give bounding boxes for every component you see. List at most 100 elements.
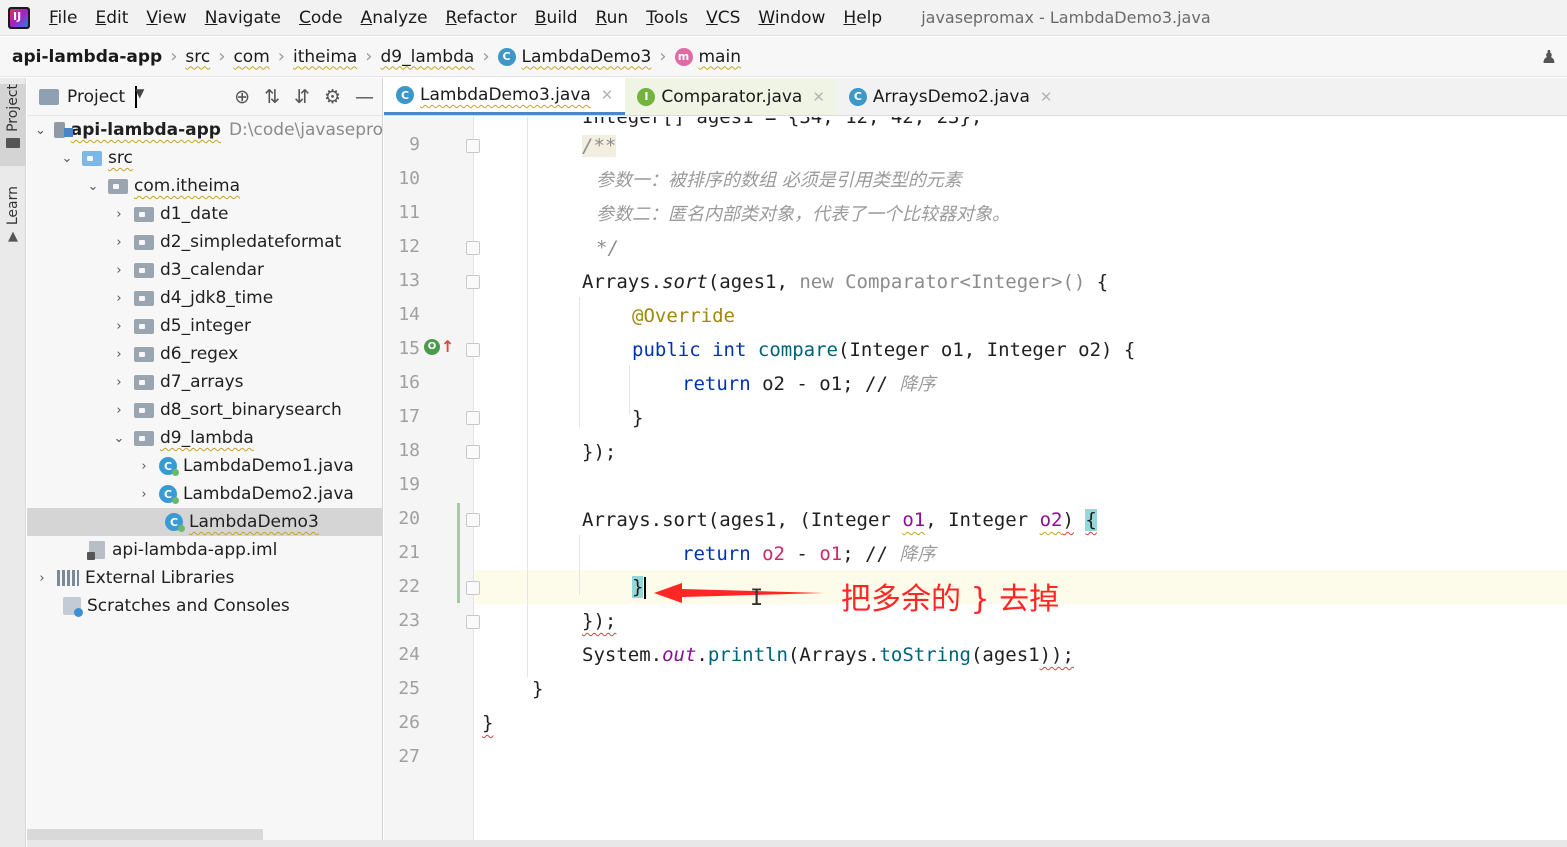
collapse-all-icon[interactable]: ⇵ bbox=[294, 86, 310, 108]
tree-item-file-selected[interactable]: C LambdaDemo3 bbox=[27, 508, 383, 536]
tree-item-scratches[interactable]: Scratches and Consoles bbox=[27, 592, 383, 620]
fold-marker-icon[interactable] bbox=[466, 343, 480, 357]
menu-file[interactable]: File bbox=[40, 8, 86, 28]
tree-item-package[interactable]: › d7_arrays bbox=[27, 368, 383, 396]
locate-icon[interactable]: ⊕ bbox=[234, 86, 250, 108]
fold-marker-icon[interactable] bbox=[466, 411, 480, 425]
project-panel-title[interactable]: Project bbox=[67, 87, 125, 107]
tree-item-project-root[interactable]: ⌄ api-lambda-app D:\code\javasepro bbox=[27, 116, 383, 144]
fold-marker-icon[interactable] bbox=[466, 445, 480, 459]
tree-item-src[interactable]: ⌄ src bbox=[27, 144, 383, 172]
chevron-down-icon[interactable]: ⌄ bbox=[112, 431, 126, 446]
tree-item-package-root[interactable]: ⌄ com.itheima bbox=[27, 172, 383, 200]
menu-code[interactable]: Code bbox=[290, 8, 352, 28]
code-line-8: Integer[] ages1 = {34, 12, 42, 23}; bbox=[582, 117, 983, 128]
menu-help[interactable]: Help bbox=[834, 8, 891, 28]
package-icon bbox=[134, 430, 154, 446]
close-icon[interactable]: ✕ bbox=[812, 88, 825, 106]
menu-build[interactable]: Build bbox=[526, 8, 587, 28]
menu-window[interactable]: Window bbox=[749, 8, 834, 28]
tab-comparator[interactable]: I Comparator.java ✕ bbox=[625, 78, 837, 115]
line-number: 23 bbox=[398, 610, 420, 631]
menu-run[interactable]: Run bbox=[587, 8, 638, 28]
breadcrumb-main[interactable]: m main bbox=[674, 47, 741, 67]
menu-bar: File Edit View Navigate Code Analyze Ref… bbox=[0, 0, 1567, 36]
gear-icon[interactable]: ⚙ bbox=[324, 86, 341, 108]
fold-marker-icon[interactable] bbox=[466, 275, 480, 289]
tree-item-external-libraries[interactable]: › External Libraries bbox=[27, 564, 383, 592]
breadcrumb-d9-lambda[interactable]: d9_lambda bbox=[381, 47, 475, 67]
chevron-right-icon[interactable]: › bbox=[112, 263, 126, 278]
chevron-down-icon[interactable]: ⌄ bbox=[35, 123, 46, 138]
tab-arraysdemo2[interactable]: C ArraysDemo2.java ✕ bbox=[837, 78, 1065, 115]
indent-guide bbox=[527, 117, 528, 677]
chevron-right-icon[interactable]: › bbox=[137, 487, 151, 502]
chevron-right-icon[interactable]: › bbox=[112, 347, 126, 362]
menu-navigate[interactable]: Navigate bbox=[196, 8, 290, 28]
code-content: Integer[] ages1 = {34, 12, 42, 23}; /** … bbox=[384, 117, 1135, 734]
caret-down-icon[interactable]: ▼ bbox=[135, 85, 144, 108]
breadcrumb-src[interactable]: src bbox=[185, 47, 210, 67]
code-line-22: } bbox=[632, 570, 647, 604]
code-line-23: }); bbox=[582, 610, 617, 632]
close-icon[interactable]: ✕ bbox=[601, 86, 614, 104]
fold-marker-icon[interactable] bbox=[466, 581, 480, 595]
breadcrumb-com[interactable]: com bbox=[233, 47, 269, 67]
tree-item-file[interactable]: › C LambdaDemo2.java bbox=[27, 480, 383, 508]
code-line-13: Arrays.sort(ages1, new Comparator<Intege… bbox=[582, 271, 1109, 293]
tree-item-package-d9-lambda[interactable]: ⌄ d9_lambda bbox=[27, 424, 383, 452]
menu-view[interactable]: View bbox=[137, 8, 195, 28]
tree-item-package[interactable]: › d2_simpledateformat bbox=[27, 228, 383, 256]
tool-tab-project[interactable]: Project bbox=[0, 84, 26, 166]
tab-lambdademo3[interactable]: C LambdaDemo3.java ✕ bbox=[384, 78, 626, 115]
chevron-right-icon[interactable]: › bbox=[137, 459, 151, 474]
tree-item-package[interactable]: › d1_date bbox=[27, 200, 383, 228]
fold-marker-icon[interactable] bbox=[466, 513, 480, 527]
tree-item-file[interactable]: › C LambdaDemo1.java bbox=[27, 452, 383, 480]
menu-tools[interactable]: Tools bbox=[637, 8, 697, 28]
library-icon bbox=[57, 570, 79, 586]
chevron-right-icon[interactable]: › bbox=[112, 291, 126, 306]
tree-item-package[interactable]: › d8_sort_binarysearch bbox=[27, 396, 383, 424]
minimize-icon[interactable]: — bbox=[355, 86, 374, 108]
fold-marker-icon[interactable] bbox=[466, 241, 480, 255]
user-icon[interactable]: ♟ bbox=[1541, 47, 1557, 68]
close-icon[interactable]: ✕ bbox=[1040, 88, 1053, 106]
chevron-right-icon[interactable]: › bbox=[112, 235, 126, 250]
class-icon: C bbox=[396, 86, 414, 104]
menu-analyze[interactable]: Analyze bbox=[352, 8, 437, 28]
breadcrumb-lambdademo3[interactable]: C LambdaDemo3 bbox=[497, 47, 651, 67]
menu-vcs[interactable]: VCS bbox=[697, 8, 749, 28]
tree-item-package[interactable]: › d6_regex bbox=[27, 340, 383, 368]
graduation-cap-icon: ▲ bbox=[8, 229, 18, 245]
module-icon bbox=[53, 122, 73, 138]
chevron-down-icon[interactable]: ⌄ bbox=[60, 151, 74, 166]
tree-item-iml[interactable]: api-lambda-app.iml bbox=[27, 536, 383, 564]
annotation-text: 把多余的 } 去掉 bbox=[841, 582, 1060, 617]
code-editor[interactable]: 9 10 11 12 13 14 15 16 17 18 19 20 21 22… bbox=[384, 117, 1567, 847]
breadcrumb-project[interactable]: api-lambda-app bbox=[12, 47, 162, 67]
chevron-right-icon[interactable]: › bbox=[112, 375, 126, 390]
breadcrumb-itheima[interactable]: itheima bbox=[293, 47, 357, 67]
chevron-down-icon[interactable]: ⌄ bbox=[86, 179, 100, 194]
fold-marker-icon[interactable] bbox=[466, 615, 480, 629]
vcs-change-bar[interactable] bbox=[457, 503, 460, 603]
fold-marker-icon[interactable] bbox=[466, 139, 480, 153]
code-line-14: @Override bbox=[632, 305, 735, 327]
source-folder-icon bbox=[82, 150, 102, 166]
menu-edit[interactable]: Edit bbox=[86, 8, 137, 28]
chevron-right-icon[interactable]: › bbox=[35, 571, 49, 586]
tool-tab-learn[interactable]: Learn ▲ bbox=[0, 186, 26, 256]
tree-item-package[interactable]: › d5_integer bbox=[27, 312, 383, 340]
code-line-11: 参数二：匿名内部类对象，代表了一个比较器对象。 bbox=[596, 204, 1010, 225]
expand-all-icon[interactable]: ⇅ bbox=[264, 86, 280, 108]
tree-item-package[interactable]: › d3_calendar bbox=[27, 256, 383, 284]
tree-item-package[interactable]: › d4_jdk8_time bbox=[27, 284, 383, 312]
chevron-right-icon[interactable]: › bbox=[112, 207, 126, 222]
code-line-21: return o2 - o1; // 降序 bbox=[682, 543, 936, 565]
chevron-right-icon[interactable]: › bbox=[112, 403, 126, 418]
menu-refactor[interactable]: Refactor bbox=[437, 8, 526, 28]
chevron-right-icon[interactable]: › bbox=[112, 319, 126, 334]
class-icon: C bbox=[848, 87, 867, 106]
package-icon bbox=[134, 346, 154, 362]
